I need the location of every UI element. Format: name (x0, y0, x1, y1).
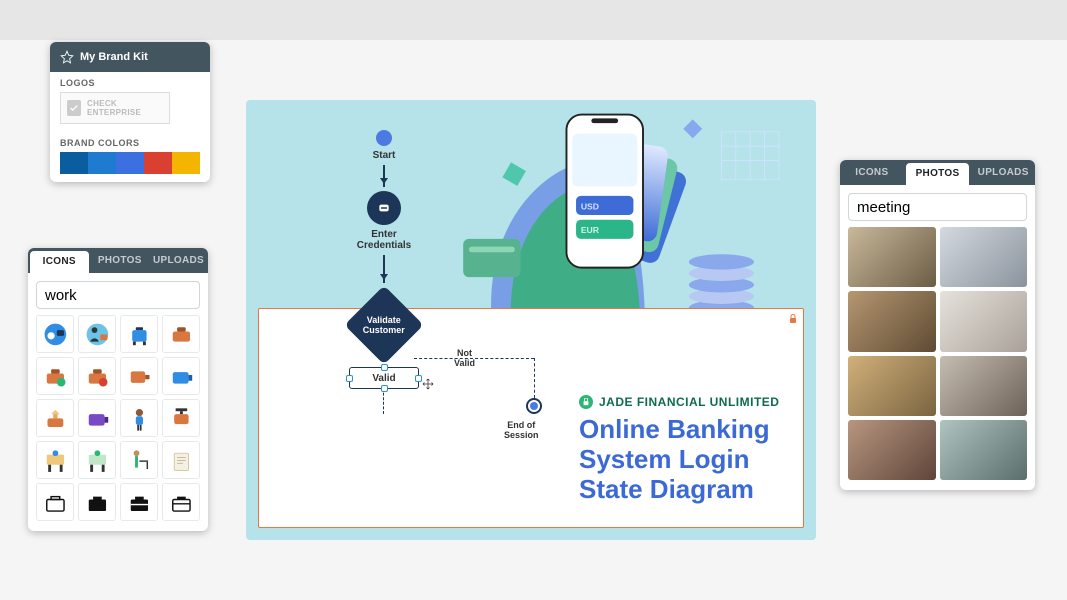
lock-icon (787, 313, 799, 325)
brand-kit-title: My Brand Kit (80, 51, 148, 63)
icon-result[interactable] (78, 357, 116, 395)
photo-result[interactable] (940, 356, 1028, 416)
search-input[interactable] (45, 287, 208, 304)
photo-results (840, 227, 1035, 490)
icon-result[interactable] (162, 483, 200, 521)
photo-result[interactable] (940, 227, 1028, 287)
icon-result[interactable] (78, 441, 116, 479)
svg-text:EUR: EUR (581, 225, 600, 235)
asset-library-right: ICONS PHOTOS UPLOADS (840, 160, 1035, 490)
icon-result[interactable] (36, 399, 74, 437)
icon-result[interactable] (36, 483, 74, 521)
icon-result[interactable] (36, 357, 74, 395)
icon-result[interactable] (162, 315, 200, 353)
photo-result[interactable] (940, 291, 1028, 351)
swatch[interactable] (116, 152, 144, 174)
icon-result[interactable] (162, 357, 200, 395)
flowchart: Start Enter Credentials Validate Custome… (276, 130, 496, 389)
logos-label: LOGOS (60, 78, 200, 88)
move-icon[interactable] (422, 378, 434, 390)
end-label: End of Session (504, 420, 539, 440)
svg-text:USD: USD (581, 201, 599, 211)
photo-result[interactable] (848, 356, 936, 416)
icon-result[interactable] (120, 399, 158, 437)
icon-search[interactable] (36, 281, 200, 309)
hero-illustration: USD EUR (446, 105, 796, 325)
icon-result[interactable] (36, 315, 74, 353)
brand-kit-header: My Brand Kit (50, 42, 210, 72)
icon-result[interactable] (78, 483, 116, 521)
start-label: Start (334, 150, 434, 161)
icon-result[interactable] (162, 441, 200, 479)
tab-uploads[interactable]: UPLOADS (149, 248, 208, 273)
brand-kit-panel: My Brand Kit LOGOS CHECK ENTERPRISE BRAN… (50, 42, 210, 182)
credentials-node[interactable] (367, 191, 401, 225)
tab-icons[interactable]: ICONS (840, 160, 904, 185)
design-canvas[interactable]: USD EUR JADE FINANCIAL UNLIMITED Online … (246, 100, 816, 540)
icon-result[interactable] (120, 357, 158, 395)
swatch[interactable] (60, 152, 88, 174)
icon-result[interactable] (162, 399, 200, 437)
icon-results (28, 315, 208, 531)
validate-node[interactable]: Validate Customer (344, 285, 423, 364)
icon-result[interactable] (120, 483, 158, 521)
asset-library-left: ICONS PHOTOS UPLOADS (28, 248, 208, 531)
tab-uploads[interactable]: UPLOADS (971, 160, 1035, 185)
end-node[interactable] (526, 398, 542, 414)
photo-result[interactable] (848, 291, 936, 351)
company-name: JADE FINANCIAL UNLIMITED (579, 395, 783, 409)
photo-result[interactable] (848, 420, 936, 480)
search-input[interactable] (857, 199, 1035, 216)
icon-result[interactable] (78, 315, 116, 353)
company-logo-icon (579, 395, 593, 409)
tab-photos[interactable]: PHOTOS (91, 248, 150, 273)
valid-node[interactable]: Valid (349, 367, 419, 389)
brand-color-swatches (60, 152, 200, 174)
credentials-label: Enter Credentials (334, 229, 434, 251)
diagram-title: Online Banking System Login State Diagra… (579, 415, 783, 505)
icon-result[interactable] (36, 441, 74, 479)
start-node[interactable] (376, 130, 392, 146)
brand-colors-label: BRAND COLORS (60, 138, 200, 148)
check-icon (67, 100, 81, 116)
swatch[interactable] (172, 152, 200, 174)
logo-placeholder[interactable]: CHECK ENTERPRISE (60, 92, 170, 124)
photo-result[interactable] (940, 420, 1028, 480)
swatch[interactable] (88, 152, 116, 174)
photo-search[interactable] (848, 193, 1027, 221)
swatch[interactable] (144, 152, 172, 174)
photo-result[interactable] (848, 227, 936, 287)
tab-icons[interactable]: ICONS (30, 251, 89, 273)
tab-photos[interactable]: PHOTOS (906, 163, 970, 185)
star-icon (60, 50, 74, 64)
icon-result[interactable] (120, 441, 158, 479)
icon-result[interactable] (78, 399, 116, 437)
icon-result[interactable] (120, 315, 158, 353)
grid-icon (721, 132, 778, 180)
